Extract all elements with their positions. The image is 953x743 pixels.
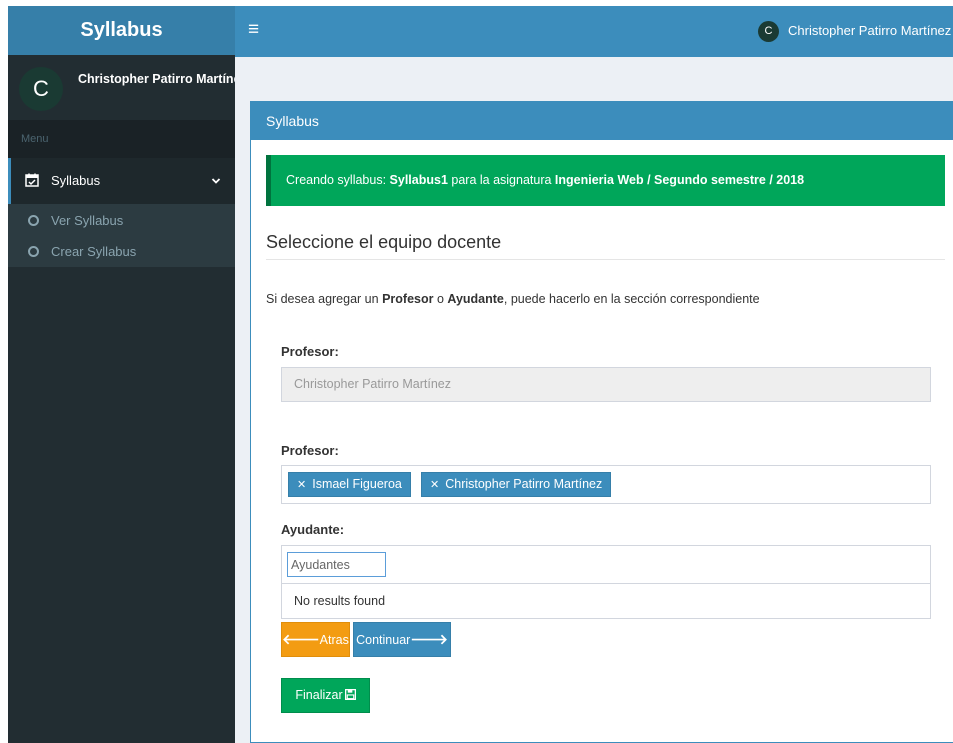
circle-icon [28,215,39,226]
remove-tag-icon[interactable]: ✕ [430,479,439,491]
alert-middle: para la asignatura [447,173,555,187]
sidebar-item-ver-syllabus[interactable]: Ver Syllabus [8,205,235,236]
user-name: Christopher Patirro Martínez [78,72,235,86]
help-profesor: Profesor [382,292,434,306]
remove-tag-icon[interactable]: ✕ [297,479,306,491]
avatar: C [19,67,63,111]
finish-button[interactable]: Finalizar [281,678,370,713]
sidebar-item-syllabus[interactable]: Syllabus [8,158,235,204]
profesor-readonly-field: Christopher Patirro Martínez [281,367,931,402]
alert-syllabus-name: Syllabus1 [389,173,448,187]
profesor-tag[interactable]: ✕ Ismael Figueroa [288,472,411,497]
help-ayudante: Ayudante [447,292,504,306]
profesor-tag[interactable]: ✕ Christopher Patirro Martínez [421,472,612,497]
tag-label: Ismael Figueroa [312,477,402,491]
help-text: Si desea agregar un Profesor o Ayudante,… [266,292,760,306]
button-label: Continuar [356,633,411,647]
circle-icon [28,246,39,257]
alert-prefix: Creando syllabus: [286,173,390,187]
continue-button[interactable]: Continuar🡒 [353,622,451,657]
status-alert: Creando syllabus: Syllabus1 para la asig… [266,155,945,206]
avatar: C [758,21,779,42]
profesor-label: Profesor: [281,344,339,359]
floppy-disk-icon [344,689,356,700]
user-panel: C Christopher Patirro Martínez [8,55,235,120]
box-title: Syllabus [251,102,953,140]
hamburger-menu-icon[interactable]: ≡ [248,20,259,40]
help-part: Si desea agregar un [266,292,383,306]
sidebar-item-crear-syllabus[interactable]: Crear Syllabus [8,236,235,267]
alert-subject: Ingenieria Web / Segundo semestre / 2018 [554,173,805,187]
sidebar: Syllabus C Christopher Patirro Martínez … [8,6,235,743]
calendar-check-icon [25,173,39,187]
ayudante-search-input[interactable] [287,552,386,577]
profesor-multiselect[interactable]: ✕ Ismael Figueroa ✕ Christopher Patirro Ma… [281,465,931,504]
menu-header: Menu [8,120,235,158]
brand-logo[interactable]: Syllabus [8,6,235,55]
help-part: , puede hacerlo en la sección correspond… [503,292,760,306]
user-name: Christopher Patirro Martínez [788,23,952,38]
back-button[interactable]: 🡐Atras [281,622,350,657]
tag-label: Christopher Patirro Martínez [445,477,603,491]
ayudante-label: Ayudante: [281,522,345,537]
sidebar-submenu: Ver Syllabus Crear Syllabus [8,204,235,267]
section-title: Seleccione el equipo docente [266,232,502,252]
top-navbar: ≡ C Christopher Patirro Martínez [235,6,953,57]
sidebar-subitem-label: Crear Syllabus [51,244,137,259]
chevron-down-icon [211,178,221,184]
no-results-message: No results found [294,594,386,608]
button-label: Atras [319,633,349,647]
ayudante-dropdown: No results found [281,545,931,619]
syllabus-box: Syllabus Creando syllabus: Syllabus1 par… [250,101,953,743]
sidebar-item-label: Syllabus [51,173,101,188]
arrow-left-icon: 🡐 [282,631,320,647]
app-root: Syllabus C Christopher Patirro Martínez … [0,0,953,743]
divider [266,259,945,260]
user-menu[interactable]: C Christopher Patirro Martínez [753,6,953,57]
button-label: Finalizar [295,688,343,702]
arrow-right-icon: 🡒 [410,631,448,647]
help-part: o [433,292,448,306]
sidebar-subitem-label: Ver Syllabus [51,213,124,228]
divider [282,583,930,584]
profesor-select-label: Profesor: [281,443,339,458]
content-wrapper: Syllabus Creando syllabus: Syllabus1 par… [235,57,953,743]
